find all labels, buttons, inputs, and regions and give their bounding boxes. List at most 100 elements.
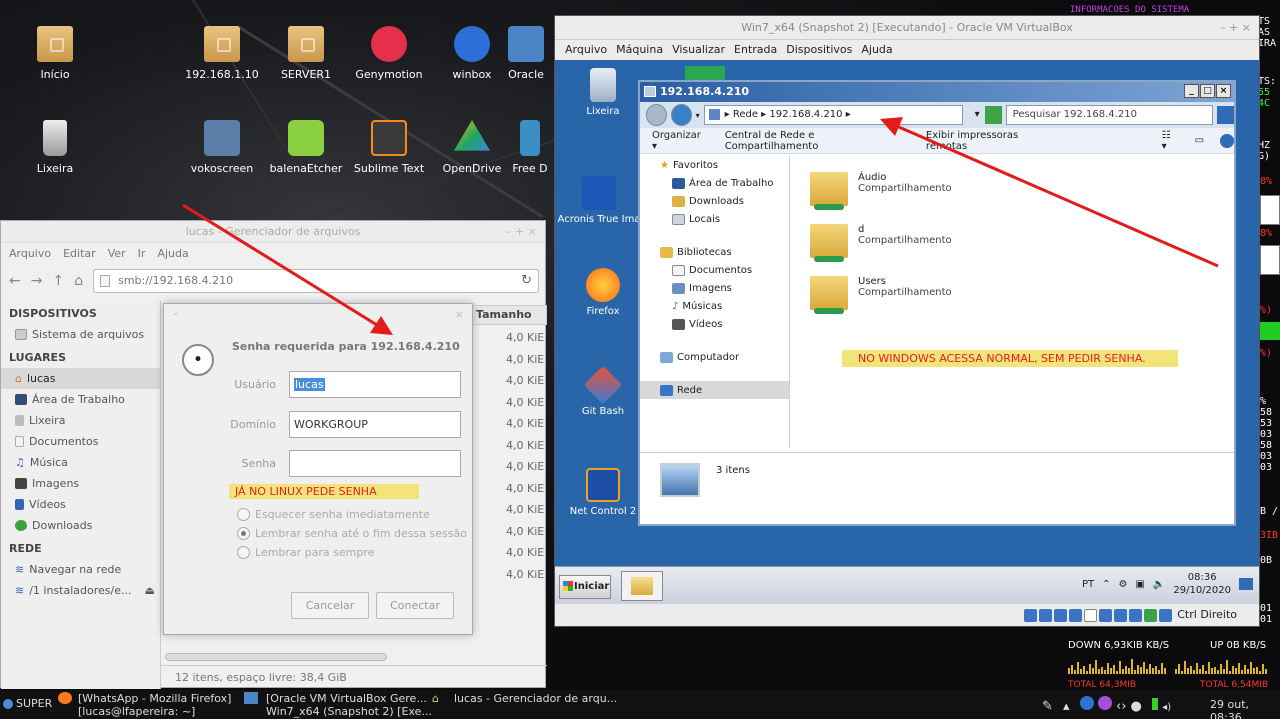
sidebar-item-music[interactable]: ♫ Música: [1, 452, 160, 473]
search-input[interactable]: Pesquisar 192.168.4.210: [1005, 105, 1214, 125]
desktop-icon-free-d[interactable]: Free D: [505, 120, 555, 175]
sidebar-item-lucas[interactable]: ⌂ lucas: [1, 368, 160, 389]
guest-screen[interactable]: Lixeira Acronis True Ima Firefox Git Bas…: [555, 60, 1259, 604]
display-icon[interactable]: [1113, 608, 1127, 622]
forward-icon[interactable]: →: [31, 273, 43, 289]
start-button[interactable]: Iniciar: [559, 575, 611, 599]
menu-arquivo[interactable]: Arquivo: [9, 247, 51, 260]
sidebar-item-filesystem[interactable]: Sistema de arquivos: [1, 324, 160, 345]
show-desktop-icon[interactable]: [1239, 578, 1253, 590]
vbox-menu-ajuda[interactable]: Ajuda: [861, 43, 892, 56]
horizontal-scrollbar[interactable]: [165, 653, 387, 661]
share-item-audio[interactable]: Áudio Compartilhamento: [810, 172, 952, 210]
sidebar-item-trash[interactable]: Lixeira: [1, 410, 160, 431]
column-header-size[interactable]: Tamanho: [471, 305, 547, 325]
optical-icon[interactable]: [1038, 608, 1052, 622]
network-center-button[interactable]: Central de Rede e Compartilhamento: [725, 130, 910, 152]
desktop-icon-sublime[interactable]: Sublime Text: [341, 120, 437, 175]
desktop-icon-balenaetcher[interactable]: balenaEtcher: [258, 120, 354, 175]
note-icon[interactable]: ✎: [1042, 699, 1053, 714]
nav-documents[interactable]: Documentos: [640, 261, 789, 279]
up-icon[interactable]: ↑: [52, 273, 64, 289]
battery-icon[interactable]: [1152, 698, 1159, 710]
chevron-down-icon[interactable]: ▾: [975, 106, 980, 124]
win-desktop-icon-acronis[interactable]: Acronis True Ima: [557, 176, 641, 225]
desktop-icon-inicio[interactable]: Início: [7, 26, 103, 81]
task-firefox[interactable]: [WhatsApp - Mozilla Firefox] [lucas@lfape…: [58, 692, 231, 718]
cancel-button[interactable]: Cancelar: [291, 592, 369, 619]
vbox-menu-arquivo[interactable]: Arquivo: [565, 43, 607, 56]
desktop-icon-oracle[interactable]: Oracle: [496, 26, 556, 81]
bulb-icon[interactable]: ●: [1131, 699, 1142, 714]
radio-forget-immediately[interactable]: Esquecer senha imediatamente: [237, 508, 430, 521]
network-arrows-icon[interactable]: ‹›: [1116, 699, 1126, 714]
nav-images[interactable]: Imagens: [640, 279, 789, 297]
radio-remember-forever[interactable]: Lembrar para sempre: [237, 546, 374, 559]
vbox-menu-visualizar[interactable]: Visualizar: [672, 43, 725, 56]
desktop-icon-vokoscreen[interactable]: vokoscreen: [174, 120, 270, 175]
address-bar[interactable]: ▸ Rede ▸ 192.168.4.210 ▸ ▾: [703, 105, 980, 125]
nav-network[interactable]: Rede: [640, 381, 789, 399]
maximize-button[interactable]: □: [1200, 84, 1215, 98]
shared-folder-icon[interactable]: [1098, 608, 1112, 622]
windows-clock[interactable]: 08:36 29/10/2020: [1173, 571, 1231, 597]
usb-icon[interactable]: [1083, 608, 1097, 622]
menu-ir[interactable]: Ir: [138, 247, 146, 260]
bell-icon[interactable]: ▴: [1063, 699, 1070, 714]
network-icon[interactable]: [1068, 608, 1082, 622]
user-field[interactable]: lucas: [289, 371, 461, 398]
hdd-icon[interactable]: [1023, 608, 1037, 622]
view-options-icon[interactable]: ☷ ▾: [1162, 130, 1179, 152]
domain-field[interactable]: WORKGROUP: [289, 411, 461, 438]
forward-button[interactable]: [670, 104, 692, 126]
nav-locais[interactable]: Locais: [640, 210, 789, 228]
password-field[interactable]: [289, 450, 461, 477]
menu-ajuda[interactable]: Ajuda: [157, 247, 188, 260]
sidebar-item-share[interactable]: ≋/1 instaladores/e... ⏏: [1, 580, 160, 601]
help-icon[interactable]: [1220, 133, 1235, 148]
home-icon[interactable]: ⌂: [74, 273, 83, 289]
teamviewer-icon[interactable]: [1079, 696, 1094, 710]
virtualbox-titlebar[interactable]: Win7_x64 (Snapshot 2) [Executando] - Ora…: [555, 16, 1259, 40]
location-bar[interactable]: smb://192.168.4.210 ↻: [93, 269, 539, 293]
sidebar-item-desktop[interactable]: Área de Trabalho: [1, 389, 160, 410]
window-controls[interactable]: – + ×: [506, 221, 537, 243]
task-file-manager[interactable]: ⌂ lucas - Gerenciador de arqu...: [432, 692, 617, 705]
desktop-icon-genymotion[interactable]: Genymotion: [341, 26, 437, 81]
cpu-icon[interactable]: [1143, 608, 1157, 622]
remote-printers-button[interactable]: Exibir impressoras remotas: [926, 130, 1062, 152]
nav-music[interactable]: ♪ Músicas: [640, 297, 789, 315]
win-desktop-icon-lixeira[interactable]: Lixeira: [561, 68, 645, 117]
explorer-titlebar[interactable]: 192.168.4.210 _ □ ×: [640, 82, 1234, 102]
radio-remember-session[interactable]: Lembrar senha até o fim dessa sessão: [237, 527, 467, 540]
connect-button[interactable]: Conectar: [376, 592, 454, 619]
sidebar-item-documents[interactable]: Documentos: [1, 431, 160, 452]
nav-libraries[interactable]: Bibliotecas: [640, 243, 789, 261]
share-item-users[interactable]: Users Compartilhamento: [810, 276, 952, 314]
sidebar-item-browse-network[interactable]: ≋ Navegar na rede: [1, 559, 160, 580]
preview-pane-icon[interactable]: ▭: [1195, 135, 1204, 146]
vbox-menu-entrada[interactable]: Entrada: [734, 43, 777, 56]
nav-computer[interactable]: Computador: [640, 348, 789, 366]
nav-downloads[interactable]: Downloads: [640, 192, 789, 210]
reload-icon[interactable]: ↻: [521, 270, 532, 292]
share-item-d[interactable]: d Compartilhamento: [810, 224, 952, 262]
back-icon[interactable]: ←: [9, 273, 21, 289]
win-desktop-icon-firefox[interactable]: Firefox: [561, 268, 645, 317]
super-menu-button[interactable]: SUPER: [3, 697, 52, 710]
win-desktop-icon-gitbash[interactable]: Git Bash: [561, 365, 645, 417]
desktop-icon-192-168-1-10[interactable]: 192.168.1.10: [174, 26, 270, 81]
window-controls[interactable]: – + ×: [1220, 16, 1251, 40]
vbox-menu-dispositivos[interactable]: Dispositivos: [786, 43, 852, 56]
desktop-icon-lixeira[interactable]: Lixeira: [7, 120, 103, 175]
dialog-close-icon[interactable]: ×: [455, 308, 464, 321]
search-icon[interactable]: [1217, 106, 1235, 124]
vbox-menu-maquina[interactable]: Máquina: [616, 43, 663, 56]
desktop-icon-server1[interactable]: SERVER1: [258, 26, 354, 81]
network-tray-icon[interactable]: ▣: [1135, 579, 1144, 590]
nav-desktop[interactable]: Área de Trabalho: [640, 174, 789, 192]
eject-icon[interactable]: ⏏: [144, 584, 154, 597]
dialog-menu-icon[interactable]: ⌄: [172, 308, 180, 318]
recording-icon[interactable]: [1128, 608, 1142, 622]
sidebar-item-downloads[interactable]: Downloads: [1, 515, 160, 536]
